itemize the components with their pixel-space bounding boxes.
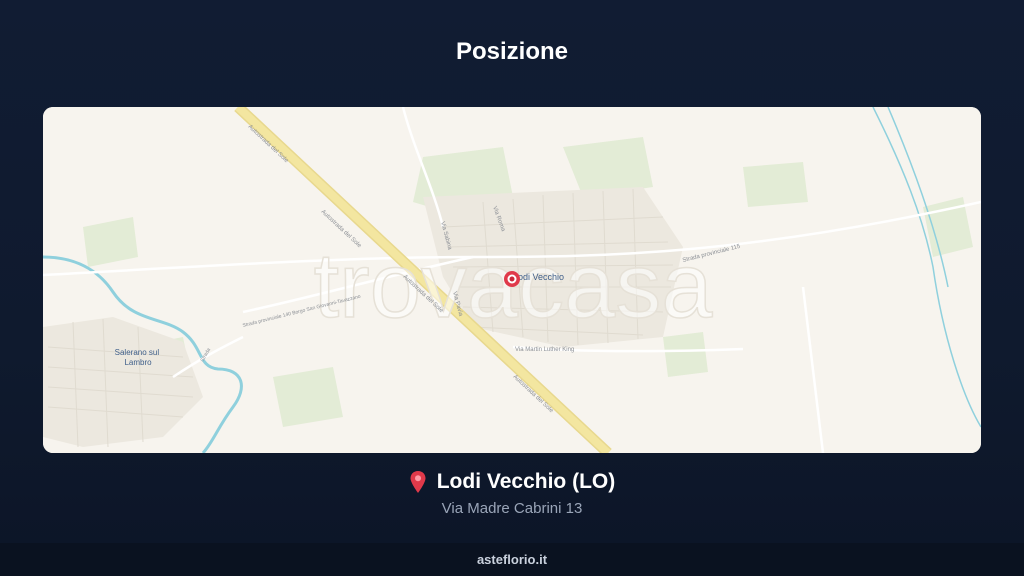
footer-site-link[interactable]: asteflorio.it — [477, 552, 547, 567]
road-label: Via Martin Luther King — [515, 347, 574, 353]
footer: asteflorio.it — [0, 543, 1024, 576]
page-title: Posizione — [455, 38, 569, 65]
location-address: Via Madre Cabrini 13 — [441, 500, 583, 517]
location-name: Lodi Vecchio (LO) — [436, 470, 616, 493]
town-label-lodi-vecchio: Lodi Vecchio — [513, 272, 564, 282]
map-view[interactable]: trovacasa Autostrada del Sole Autostrada… — [43, 107, 981, 453]
map-pin-icon — [410, 471, 426, 493]
location-row: Lodi Vecchio (LO) — [0, 470, 1024, 499]
location-marker-icon[interactable] — [504, 271, 520, 287]
location-title: Lodi Vecchio (LO) — [409, 470, 616, 494]
